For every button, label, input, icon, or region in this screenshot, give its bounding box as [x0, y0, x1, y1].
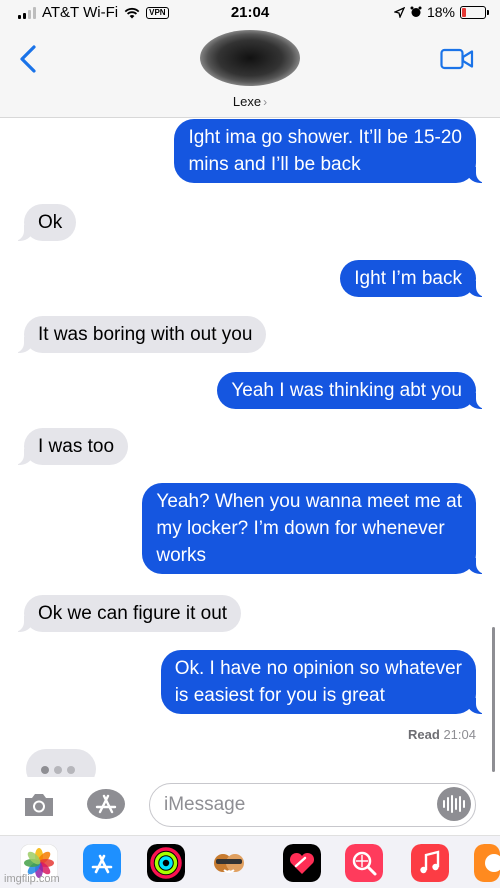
- music-icon[interactable]: [411, 844, 449, 882]
- app-store-icon[interactable]: [83, 844, 121, 882]
- app-drawer: [0, 835, 500, 888]
- sent-message[interactable]: Yeah I was thinking abt you: [217, 372, 486, 409]
- partial-app-icon[interactable]: [474, 844, 500, 882]
- contact-avatar[interactable]: [200, 30, 300, 86]
- contact-name-button[interactable]: Lexe ›: [0, 94, 500, 109]
- app-store-icon[interactable]: [84, 787, 128, 821]
- sent-message[interactable]: Ight I’m back: [340, 260, 486, 297]
- conversation-header: Lexe ›: [0, 26, 500, 118]
- sent-message[interactable]: Yeah? When you wanna meet me at my locke…: [142, 483, 486, 574]
- alarm-icon: [410, 6, 422, 17]
- received-message[interactable]: Ok: [13, 204, 77, 241]
- read-time: 21:04: [443, 727, 476, 742]
- message-thread[interactable]: Ight ima go shower. It’ll be 15-20 mins …: [0, 119, 500, 789]
- contact-name: Lexe: [232, 94, 262, 109]
- battery-percent: 18%: [426, 4, 455, 20]
- typing-dots-icon: [41, 766, 75, 774]
- video-camera-icon[interactable]: [440, 48, 474, 70]
- sent-message[interactable]: Ok. I have no opinion so whatever is eas…: [160, 650, 487, 714]
- watermark: imgflip.com: [4, 873, 60, 885]
- digital-touch-icon[interactable]: [283, 844, 321, 882]
- status-right: 18%: [393, 4, 489, 20]
- camera-icon[interactable]: [22, 791, 56, 819]
- battery-icon: [460, 5, 489, 19]
- status-bar: AT&T Wi-Fi VPN 21:04 18%: [0, 0, 500, 26]
- sent-message[interactable]: Ight ima go shower. It’ll be 15-20 mins …: [174, 119, 486, 183]
- read-label: Read: [408, 727, 440, 742]
- imessage-placeholder: iMessage: [164, 794, 246, 815]
- location-arrow-icon: [393, 6, 405, 18]
- search-images-icon[interactable]: [345, 844, 383, 882]
- memoji-icon[interactable]: [210, 844, 248, 882]
- activity-icon[interactable]: [147, 844, 185, 882]
- imessage-input[interactable]: iMessage: [149, 783, 476, 827]
- received-message[interactable]: I was too: [13, 428, 129, 465]
- chevron-right-icon: ›: [263, 95, 268, 109]
- back-chevron-icon[interactable]: [16, 44, 42, 74]
- audio-message-icon[interactable]: [437, 787, 471, 821]
- received-message[interactable]: It was boring with out you: [13, 316, 267, 353]
- received-message[interactable]: Ok we can figure it out: [13, 595, 242, 632]
- compose-bar: iMessage: [0, 777, 500, 835]
- read-receipt: Read 21:04: [408, 727, 476, 742]
- scrollbar[interactable]: [492, 627, 495, 772]
